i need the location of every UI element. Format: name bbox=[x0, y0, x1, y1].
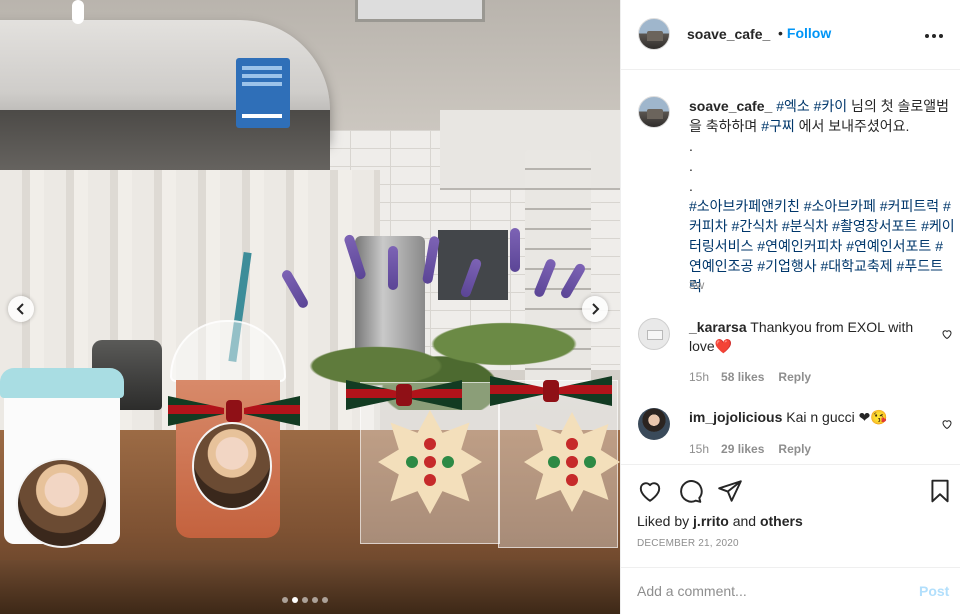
gucci-ribbon-bow bbox=[168, 392, 300, 432]
follow-label: Follow bbox=[786, 25, 832, 41]
carousel-prev-button[interactable] bbox=[8, 296, 34, 322]
caption-username[interactable]: soave_cafe_ bbox=[689, 98, 772, 114]
caption-body: 에서 보내주셨어요. bbox=[794, 118, 910, 134]
avatar[interactable] bbox=[638, 18, 670, 50]
comment-meta: 15h 29 likes Reply bbox=[689, 442, 811, 456]
likes-prefix: Liked by bbox=[637, 513, 694, 529]
hashtag[interactable]: #엑소 bbox=[776, 98, 810, 114]
likes-summary: Liked by j.rrito and others bbox=[637, 513, 803, 529]
carousel-next-button[interactable] bbox=[582, 296, 608, 322]
comment-time[interactable]: 15h bbox=[689, 442, 709, 456]
snowflake-cookie bbox=[378, 410, 482, 514]
post-button[interactable]: Post bbox=[919, 583, 949, 599]
comment-meta: 15h 58 likes Reply bbox=[689, 370, 811, 384]
paper-plane-icon[interactable] bbox=[717, 478, 743, 504]
carousel-dot bbox=[282, 597, 288, 603]
ceiling-light bbox=[355, 0, 485, 22]
post-photo[interactable] bbox=[0, 0, 620, 614]
reply-button[interactable]: Reply bbox=[778, 442, 811, 456]
post-date[interactable]: DECEMBER 21, 2020 bbox=[637, 538, 739, 549]
comment-text: im_jojolicious Kai n gucci ❤😘 bbox=[689, 408, 929, 427]
carousel-dot bbox=[322, 597, 328, 603]
comment-input[interactable] bbox=[637, 580, 897, 602]
caption-text: soave_cafe_ #엑소 #카이 님의 첫 솔로앨범 을 축하하며 #구찌… bbox=[689, 96, 955, 296]
counter-edge bbox=[0, 560, 620, 614]
carousel-dot bbox=[312, 597, 318, 603]
avatar[interactable] bbox=[638, 408, 670, 440]
comments-list: soave_cafe_ #엑소 #카이 님의 첫 솔로앨범 을 축하하며 #구찌… bbox=[621, 71, 960, 464]
add-comment-bar: Post bbox=[621, 567, 960, 614]
separator-dot: • bbox=[778, 25, 783, 41]
liked-by-user[interactable]: j.rrito bbox=[693, 513, 729, 529]
heart-outline-icon[interactable] bbox=[637, 478, 663, 504]
dome-lid bbox=[170, 320, 286, 382]
comment-likes[interactable]: 58 likes bbox=[721, 370, 764, 384]
header-username[interactable]: soave_cafe_ bbox=[687, 26, 770, 42]
lavender-sprig bbox=[388, 246, 398, 290]
comment-username[interactable]: _kararsa bbox=[689, 319, 747, 335]
carousel-dot bbox=[292, 597, 298, 603]
carousel-dot bbox=[302, 597, 308, 603]
snowflake-cookie bbox=[524, 412, 620, 512]
portrait-sticker bbox=[192, 422, 272, 510]
comment-bubble-icon[interactable] bbox=[677, 478, 703, 504]
bookmark-icon[interactable] bbox=[927, 478, 953, 504]
comment-likes[interactable]: 29 likes bbox=[721, 442, 764, 456]
chevron-right-icon bbox=[592, 303, 600, 315]
caption-dots: . . . bbox=[689, 138, 693, 194]
carousel-dots bbox=[282, 597, 328, 603]
avatar[interactable] bbox=[638, 318, 670, 350]
avatar[interactable] bbox=[638, 96, 670, 128]
heart-outline-icon[interactable] bbox=[941, 418, 953, 430]
hashtag[interactable]: #구찌 bbox=[761, 118, 795, 134]
reply-button[interactable]: Reply bbox=[778, 370, 811, 384]
follow-button[interactable]: • Follow bbox=[778, 25, 831, 41]
hot-cup bbox=[0, 368, 124, 548]
comment-time[interactable]: 15h bbox=[689, 370, 709, 384]
more-horizontal-icon[interactable] bbox=[925, 27, 955, 41]
comment-username[interactable]: im_jojolicious bbox=[689, 409, 782, 425]
cup-lid bbox=[0, 368, 124, 398]
blue-sticker bbox=[236, 58, 290, 128]
hashtag-list[interactable]: #소아브카페앤키친 #소아브카페 #커피트럭 #커피차 #간식차 #분식차 #촬… bbox=[689, 198, 955, 294]
caption-time[interactable]: 3w bbox=[689, 278, 704, 292]
chevron-left-icon bbox=[16, 303, 24, 315]
post-header: soave_cafe_ • Follow bbox=[621, 0, 960, 70]
light-streak bbox=[72, 0, 84, 24]
liked-by-others[interactable]: others bbox=[760, 513, 803, 529]
hashtag[interactable]: #카이 bbox=[814, 98, 848, 114]
lavender-sprig bbox=[510, 228, 520, 272]
post-side-panel: soave_cafe_ • Follow soave_cafe_ #엑소 #카이 … bbox=[620, 0, 960, 614]
gucci-ribbon-bow bbox=[346, 376, 462, 416]
cup-body bbox=[4, 398, 120, 548]
heart-outline-icon[interactable] bbox=[941, 328, 953, 340]
likes-middle: and bbox=[728, 513, 760, 529]
portrait-sticker bbox=[16, 458, 108, 548]
comment-text: _kararsa Thankyou from EXOL with love❤️ bbox=[689, 318, 929, 356]
gucci-ribbon-bow bbox=[490, 372, 612, 412]
comment-body: Kai n gucci ❤😘 bbox=[786, 409, 888, 425]
